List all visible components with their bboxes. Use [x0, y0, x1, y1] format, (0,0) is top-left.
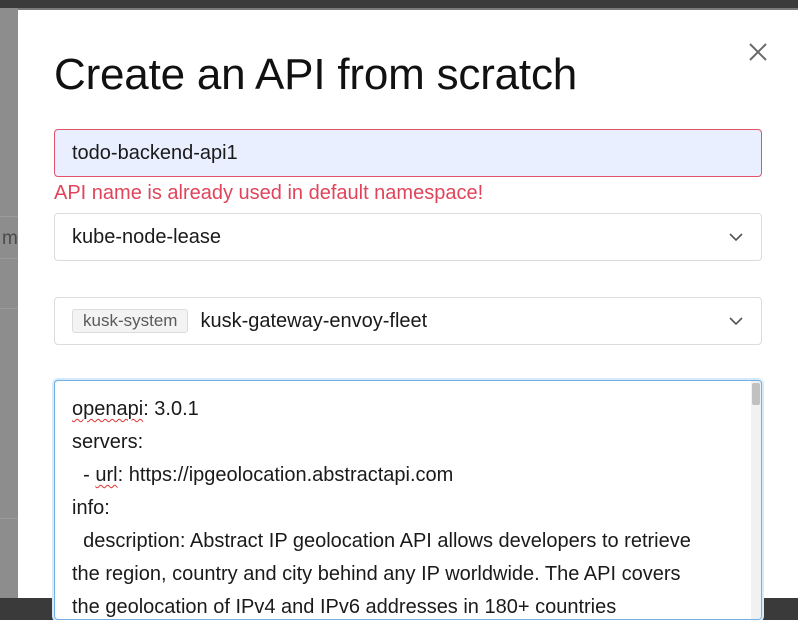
- chevron-down-icon: [729, 233, 743, 242]
- backdrop-left-strip: [0, 8, 18, 598]
- backdrop-top-bar: [0, 0, 798, 8]
- api-name-error: API name is already used in default name…: [54, 182, 484, 204]
- envoy-fleet-select-value: kusk-gateway-envoy-fleet: [200, 309, 428, 332]
- namespace-select[interactable]: kube-node-lease: [54, 213, 762, 261]
- editor-line: openapi: 3.0.1: [72, 393, 732, 426]
- editor-scrollbar[interactable]: [751, 381, 761, 619]
- chevron-down-icon: [729, 317, 743, 326]
- editor-line: - url: https://ipgeolocation.abstractapi…: [72, 459, 732, 492]
- editor-line: info:: [72, 492, 732, 525]
- background-divider: [0, 518, 18, 519]
- editor-line: the region, country and city behind any …: [72, 558, 732, 591]
- api-name-value: todo-backend-api1: [72, 141, 238, 164]
- editor-line: description: Abstract IP geolocation API…: [72, 525, 732, 558]
- namespace-select-value: kube-node-lease: [72, 225, 221, 248]
- editor-line-key: openapi: [72, 398, 144, 420]
- editor-line-key: url: [95, 464, 118, 486]
- create-api-modal: Create an API from scratch todo-backend-…: [18, 10, 798, 620]
- close-button[interactable]: [746, 40, 770, 64]
- background-divider: [0, 258, 18, 259]
- background-divider: [0, 308, 18, 309]
- openapi-spec-editor[interactable]: openapi: 3.0.1 servers: - url: https://ip…: [54, 380, 762, 620]
- editor-line-text: : 3.0.1: [143, 398, 199, 420]
- editor-line-text: the geolocation of IPv4 and IPv6 address…: [72, 596, 617, 618]
- editor-line: servers:: [72, 426, 732, 459]
- editor-line-text: info:: [72, 497, 110, 519]
- editor-line-text: servers:: [72, 431, 144, 453]
- editor-line-text: the region, country and city behind any …: [72, 563, 681, 585]
- background-divider: [0, 216, 18, 217]
- close-icon: [749, 43, 767, 61]
- editor-line-text: : https://ipgeolocation.abstractapi.com: [117, 464, 454, 486]
- editor-line: the geolocation of IPv4 and IPv6 address…: [72, 591, 732, 619]
- background-text-fragment: m: [2, 228, 18, 249]
- envoy-fleet-select[interactable]: kusk-system kusk-gateway-envoy-fleet: [54, 297, 762, 345]
- modal-title: Create an API from scratch: [54, 50, 578, 99]
- api-name-input[interactable]: todo-backend-api1: [54, 129, 762, 177]
- envoy-fleet-namespace-tag: kusk-system: [72, 309, 189, 333]
- editor-line-prefix: -: [72, 464, 96, 486]
- openapi-spec-text: openapi: 3.0.1 servers: - url: https://ip…: [72, 393, 732, 619]
- editor-line-text: description: Abstract IP geolocation API…: [72, 530, 691, 552]
- editor-scroll-thumb[interactable]: [752, 383, 760, 405]
